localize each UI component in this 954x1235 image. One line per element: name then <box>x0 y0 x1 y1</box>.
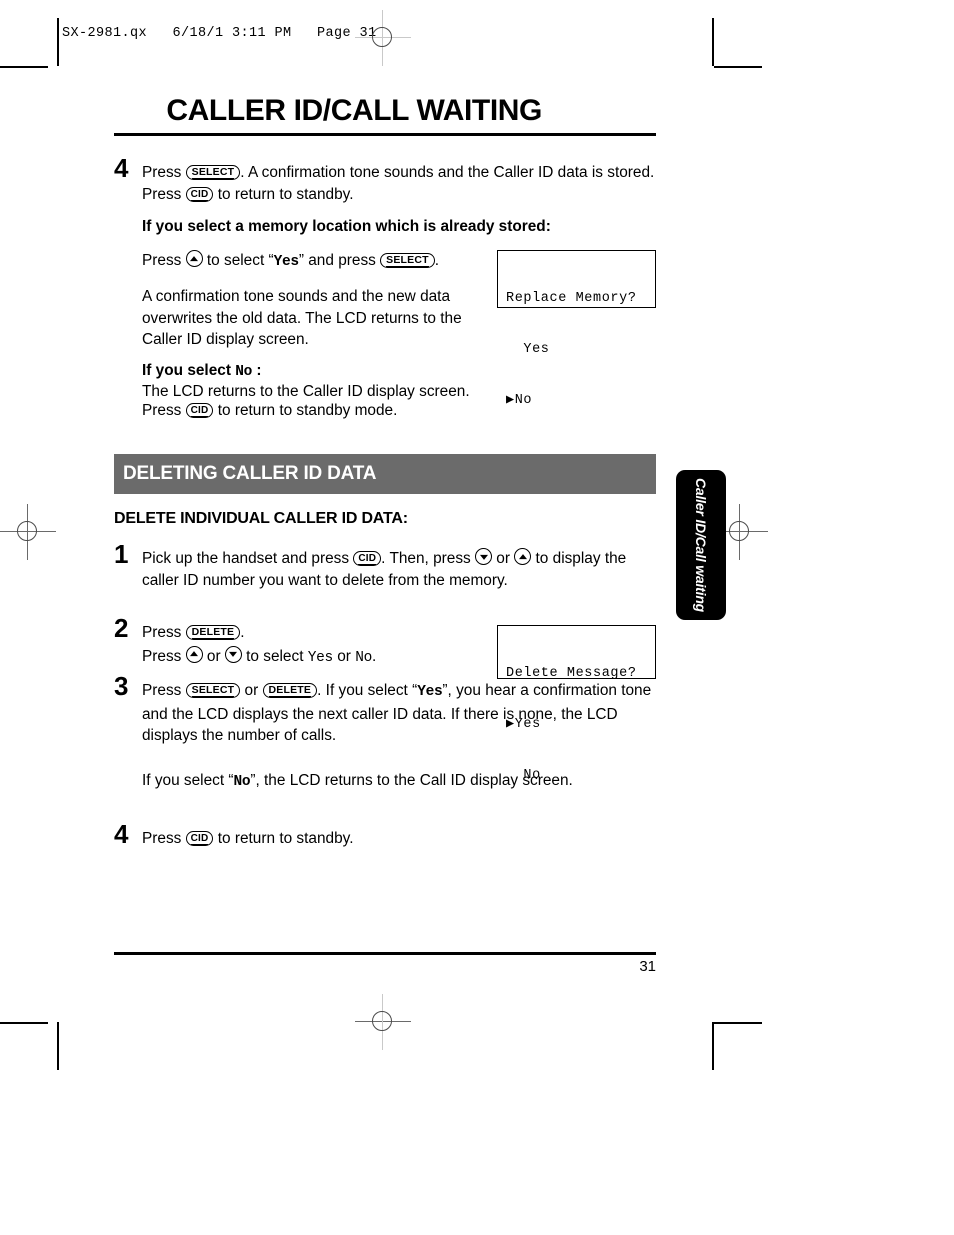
up-arrow-key-icon[interactable] <box>185 645 203 663</box>
cid-key-icon[interactable]: CID <box>353 551 382 566</box>
step-number: 2 <box>114 613 129 643</box>
crop-mark-bottom-right-h <box>714 1022 762 1024</box>
down-arrow-key-icon[interactable] <box>475 548 492 565</box>
step-3-press-select-or-delete: 3 Press SELECT or DELETE. If you select … <box>114 673 656 747</box>
up-arrow-key-icon[interactable] <box>185 250 203 267</box>
text-part: or <box>202 647 225 665</box>
print-job-header: SX-2981.qx 6/18/1 3:11 PM Page 31 <box>62 26 377 41</box>
text-part: Pick up the handset and press <box>142 550 354 567</box>
text-part: Press <box>142 624 186 641</box>
text-part: to select <box>241 647 308 665</box>
select-key-icon[interactable]: SELECT <box>185 165 241 180</box>
subsection-heading-delete-individual: DELETE INDIVIDUAL CALLER ID DATA: <box>114 510 408 527</box>
text-part: . Then, press <box>381 550 475 567</box>
text-part: or <box>332 647 356 665</box>
already-stored-heading: If you select a memory location which is… <box>142 218 551 235</box>
delete-key-icon[interactable]: DELETE <box>185 625 241 640</box>
lcd-value-no: No <box>233 774 251 790</box>
title-divider <box>114 133 656 136</box>
lcd-value-no: No <box>235 364 253 380</box>
step-4-return-to-standby: 4 Press CID to return to standby. <box>114 821 656 850</box>
step-number: 4 <box>114 819 129 849</box>
lcd-line-prompt: Replace Memory? <box>506 291 637 306</box>
text-part: : <box>252 362 262 379</box>
text-part: Press <box>142 252 186 269</box>
crop-mark-top-right-v <box>712 18 714 66</box>
footer-divider <box>114 952 656 955</box>
step-2-line-2: Press or to select Yes or No. <box>142 645 522 670</box>
cid-key-icon[interactable]: CID <box>185 831 214 846</box>
confirmation-paragraph: A confirmation tone sounds and the new d… <box>142 288 462 348</box>
text-part: or <box>492 550 515 567</box>
text-part: to return to standby mode. <box>213 402 398 419</box>
text-part: ”, the LCD returns to the Call ID displa… <box>250 772 573 789</box>
text-part: ” and press <box>298 252 381 269</box>
page-number: 31 <box>639 958 656 975</box>
crop-mark-bottom-left-v <box>57 1022 59 1070</box>
select-key-icon[interactable]: SELECT <box>185 683 241 698</box>
text-part: . <box>372 647 377 665</box>
if-no-heading: If you select No : <box>142 360 562 384</box>
step-text: Press SELECT or DELETE. If you select “Y… <box>142 680 656 747</box>
delete-key-icon[interactable]: DELETE <box>262 683 318 698</box>
text-part: . <box>240 624 245 641</box>
step-2-line-1: Press DELETE. <box>142 622 522 644</box>
registration-mark-ring <box>729 521 749 541</box>
crop-mark-top-right-h <box>714 66 762 68</box>
registration-mark-bottom <box>355 994 411 1050</box>
step-3-if-no-paragraph: If you select “No”, the LCD returns to t… <box>142 770 602 794</box>
crop-mark-bottom-right-v <box>712 1022 714 1070</box>
up-arrow-key-icon[interactable] <box>514 548 532 565</box>
side-thumb-tab-label: Caller ID/Call waiting <box>693 477 709 613</box>
step-4-storing: 4 Press SELECT. A confirmation tone soun… <box>114 155 656 205</box>
step-text-part: Press <box>142 164 186 181</box>
section-banner-deleting-caller-id-data: DELETING CALLER ID DATA <box>114 454 656 494</box>
step-text: Press SELECT. A confirmation tone sounds… <box>142 162 656 205</box>
text-part: . <box>434 252 440 269</box>
cid-key-icon[interactable]: CID <box>185 403 214 418</box>
text-part: If you select <box>142 362 236 379</box>
registration-mark-ring <box>372 1011 392 1031</box>
registration-mark-ring <box>17 521 37 541</box>
lcd-value-yes: Yes <box>307 649 334 666</box>
step-text: Pick up the handset and press CID. Then,… <box>142 548 656 591</box>
step-text: Press CID to return to standby. <box>142 828 656 850</box>
text-part: or <box>240 682 263 699</box>
text-part: . If you select “ <box>317 682 418 699</box>
if-no-body-line-2: Press CID to return to standby mode. <box>142 400 602 422</box>
step-number: 1 <box>114 539 129 569</box>
section-banner-label: DELETING CALLER ID DATA <box>123 463 377 484</box>
step-number: 4 <box>114 153 129 183</box>
crop-mark-top-left-v <box>57 18 59 66</box>
side-thumb-tab: Caller ID/Call waiting <box>676 470 726 620</box>
crop-mark-bottom-left-h <box>0 1022 48 1024</box>
press-yes-line: Press to select “Yes” and press SELECT. <box>142 250 502 274</box>
text-part: Press <box>142 402 186 419</box>
registration-mark-top <box>355 10 411 66</box>
text-part: Press <box>142 682 186 699</box>
text-part: If you select “ <box>142 772 234 789</box>
registration-mark-left <box>0 504 56 560</box>
text-part: Press <box>142 830 186 847</box>
step-text-part: to return to standby. <box>213 185 354 203</box>
lcd-value-yes: Yes <box>273 254 300 270</box>
lcd-delete-message-display: Delete Message? ▶Yes No <box>497 625 656 783</box>
registration-mark-ring <box>372 27 392 47</box>
cid-key-icon[interactable]: CID <box>185 186 214 202</box>
text-part: to return to standby. <box>213 830 354 847</box>
down-arrow-key-icon[interactable] <box>224 645 242 663</box>
lcd-replace-memory-display: Replace Memory? Yes ▶No <box>497 250 656 408</box>
text-part: to select “ <box>202 252 274 269</box>
lcd-line-yes: Yes <box>506 342 550 357</box>
crop-mark-top-left-h <box>0 66 48 68</box>
page-title: CALLER ID/CALL WAITING <box>166 94 542 127</box>
lcd-value-yes: Yes <box>417 684 443 700</box>
text-part: Press <box>142 647 186 665</box>
step-1-pick-up-handset: 1 Pick up the handset and press CID. The… <box>114 541 656 591</box>
select-key-icon[interactable]: SELECT <box>380 253 435 268</box>
step-number: 3 <box>114 671 129 701</box>
step-text: Press DELETE. Press or to select Yes or … <box>142 622 522 669</box>
lcd-value-no: No <box>355 649 373 666</box>
